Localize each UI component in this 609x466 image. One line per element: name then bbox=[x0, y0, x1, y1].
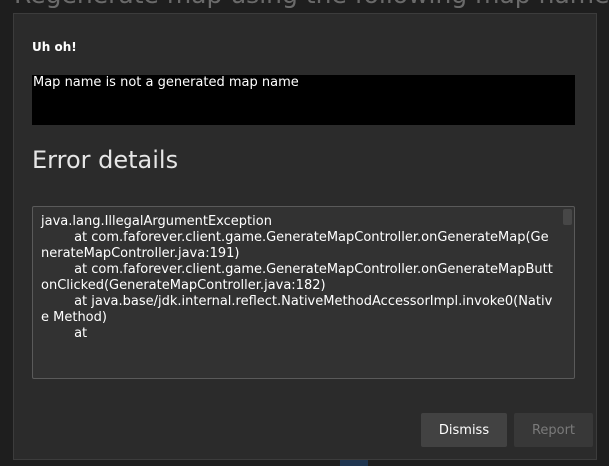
report-button[interactable]: Report bbox=[514, 413, 593, 447]
error-dialog: Uh oh! Map name is not a generated map n… bbox=[13, 13, 597, 460]
dialog-title: Uh oh! bbox=[32, 40, 77, 54]
stack-trace-text: java.lang.IllegalArgumentException at co… bbox=[41, 214, 553, 341]
details-scrollbar[interactable] bbox=[562, 209, 572, 376]
dismiss-button[interactable]: Dismiss bbox=[421, 413, 507, 447]
error-message: Map name is not a generated map name bbox=[33, 75, 299, 90]
background-accent bbox=[340, 460, 368, 466]
error-message-box: Map name is not a generated map name bbox=[32, 75, 575, 125]
error-details-textarea[interactable]: java.lang.IllegalArgumentException at co… bbox=[32, 206, 575, 379]
scrollbar-thumb[interactable] bbox=[563, 209, 572, 225]
background-heading: Regenerate map using the following map n… bbox=[14, 0, 609, 9]
details-heading: Error details bbox=[32, 146, 179, 174]
